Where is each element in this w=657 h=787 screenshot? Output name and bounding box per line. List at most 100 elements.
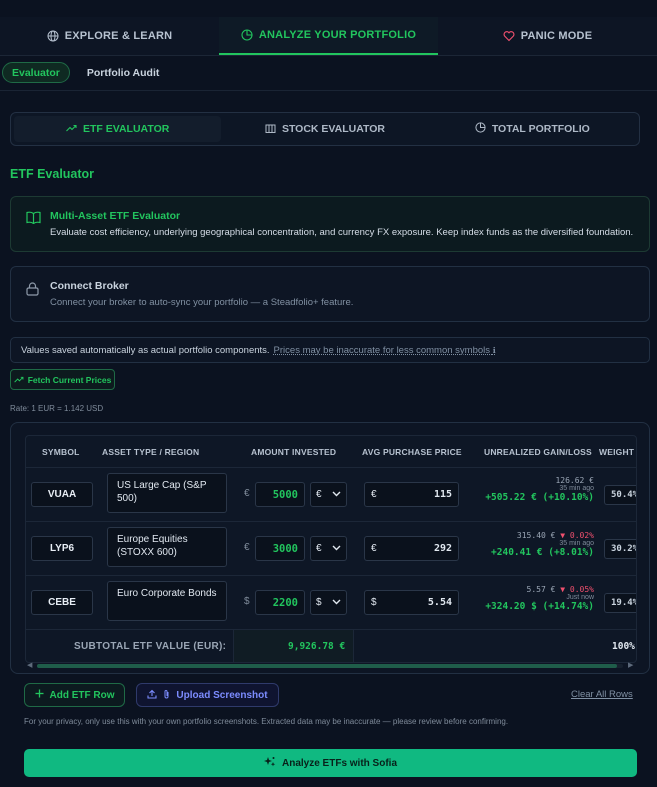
heart-icon xyxy=(503,30,515,42)
amount-input[interactable]: 3000 xyxy=(255,536,305,561)
subtotal-label: SUBTOTAL ETF VALUE (EUR): xyxy=(74,641,227,652)
analyze-label: Analyze ETFs with Sofia xyxy=(281,757,398,769)
col-gain-loss: UNREALIZED GAIN/LOSS xyxy=(484,447,592,457)
lock-icon xyxy=(26,282,40,296)
tab-explore-learn[interactable]: EXPLORE & LEARN xyxy=(0,17,219,55)
fx-rate: Rate: 1 EUR = 1.142 USD xyxy=(10,404,104,413)
avg-price-input[interactable]: € 115 xyxy=(364,482,459,507)
plus-icon xyxy=(35,689,44,701)
tab-label: ANALYZE YOUR PORTFOLIO xyxy=(258,29,417,41)
avg-price-value: 292 xyxy=(433,543,452,554)
upload-screenshot-button[interactable]: Upload Screenshot xyxy=(136,683,279,707)
note-link-text: Prices may be inaccurate for less common… xyxy=(273,344,493,356)
symbol-input[interactable]: CEBE xyxy=(31,590,93,615)
segment-label: STOCK EVALUATOR xyxy=(281,123,386,135)
chevron-down-icon xyxy=(332,489,341,500)
currency-value: $ xyxy=(316,597,322,608)
broker-card-desc: Connect your broker to auto-sync your po… xyxy=(50,297,354,308)
unrealized-gain: +505.22 € (+10.10%) xyxy=(485,492,594,503)
clear-all-rows-link[interactable]: Clear All Rows xyxy=(571,689,633,700)
add-etf-row-button[interactable]: Add ETF Row xyxy=(24,683,125,707)
currency-value: € xyxy=(316,543,322,554)
currency-select[interactable]: $ xyxy=(310,590,347,615)
section-title: ETF Evaluator xyxy=(10,167,95,181)
fetch-label: Fetch Current Prices xyxy=(27,374,112,385)
accuracy-info-link[interactable]: Prices may be inaccurate for less common… xyxy=(274,345,496,356)
avg-price-input[interactable]: $ 5.54 xyxy=(364,590,459,615)
gain-loss-cell: 126.62 € 35 min ago +505.22 € (+10.10%) xyxy=(485,476,594,503)
currency-symbol: € xyxy=(244,488,250,499)
note-text: Values saved automatically as actual por… xyxy=(21,344,270,356)
currency-symbol: € xyxy=(244,542,250,553)
avg-price-value: 115 xyxy=(433,489,452,500)
asset-type-input[interactable]: Europe Equities (STOXX 600) xyxy=(107,527,227,567)
broker-card-title: Connect Broker xyxy=(50,280,129,292)
trending-up-icon xyxy=(13,375,24,385)
building-icon xyxy=(265,123,276,136)
chevron-down-icon xyxy=(332,543,341,554)
info-card-desc: Evaluate cost efficiency, underlying geo… xyxy=(50,227,634,238)
amount-input[interactable]: 2200 xyxy=(255,590,305,615)
asset-type-input[interactable]: Euro Corporate Bonds xyxy=(107,581,227,621)
privacy-note: For your privacy, only use this with you… xyxy=(24,717,509,726)
info-card-title: Multi-Asset ETF Evaluator xyxy=(50,210,181,222)
col-amount: AMOUNT INVESTED xyxy=(251,447,337,457)
asset-type-input[interactable]: US Large Cap (S&P 500) xyxy=(107,473,227,513)
horizontal-scrollbar[interactable]: ◀ ▶ xyxy=(27,661,635,669)
unrealized-gain: +240.41 € (+8.01%) xyxy=(491,547,594,558)
pie-chart-icon xyxy=(241,29,253,41)
tab-label: EXPLORE & LEARN xyxy=(64,30,173,42)
fetch-prices-button[interactable]: Fetch Current Prices xyxy=(10,369,115,390)
segment-stock-evaluator[interactable]: STOCK EVALUATOR xyxy=(221,116,428,142)
table-header: SYMBOL ASSET TYPE / REGION AMOUNT INVEST… xyxy=(26,436,636,468)
autosave-note: Values saved automatically as actual por… xyxy=(10,337,650,363)
tab-panic-mode[interactable]: PANIC MODE xyxy=(438,17,657,55)
symbol-input[interactable]: VUAA xyxy=(31,482,93,507)
pie-chart-icon xyxy=(475,122,486,136)
scroll-right-icon[interactable]: ▶ xyxy=(628,661,633,669)
table-row: VUAA US Large Cap (S&P 500) € 5000 € € 1… xyxy=(26,468,636,522)
broker-card[interactable]: Connect Broker Connect your broker to au… xyxy=(10,266,650,322)
current-price: 5.57 € ▼ 0.05% xyxy=(485,585,594,594)
price-value: 5.57 € xyxy=(526,585,556,594)
subtabs: Evaluator Portfolio Audit xyxy=(0,62,168,84)
avg-currency: $ xyxy=(371,597,377,608)
table-row: LYP6 Europe Equities (STOXX 600) € 3000 … xyxy=(26,522,636,576)
subtotal-weight: 100% xyxy=(612,641,635,652)
upload-icon xyxy=(147,689,157,702)
segment-total-portfolio[interactable]: TOTAL PORTFOLIO xyxy=(429,116,636,142)
updated-time: 35 min ago xyxy=(559,485,594,492)
current-price: 315.40 € ▼ 0.02% xyxy=(491,531,594,540)
evaluator-segmented-control: ETF EVALUATOR STOCK EVALUATOR TOTAL PORT… xyxy=(10,112,640,146)
tab-analyze-portfolio[interactable]: ANALYZE YOUR PORTFOLIO xyxy=(219,17,438,55)
symbol-input[interactable]: LYP6 xyxy=(31,536,93,561)
currency-select[interactable]: € xyxy=(310,536,347,561)
weight-value: 30.2% xyxy=(604,539,636,559)
current-price: 126.62 € xyxy=(485,476,594,485)
info-card: Multi-Asset ETF Evaluator Evaluate cost … xyxy=(10,196,650,252)
subtab-evaluator[interactable]: Evaluator xyxy=(2,62,70,83)
table-row: CEBE Euro Corporate Bonds $ 2200 $ $ 5.5… xyxy=(26,576,636,630)
segment-label: TOTAL PORTFOLIO xyxy=(491,123,590,135)
avg-price-input[interactable]: € 292 xyxy=(364,536,459,561)
subtab-portfolio-audit[interactable]: Portfolio Audit xyxy=(78,62,169,83)
col-weight: WEIGHT xyxy=(599,447,635,457)
price-change: ▼ 0.02% xyxy=(560,531,594,540)
add-row-label: Add ETF Row xyxy=(49,689,115,701)
amount-input[interactable]: 5000 xyxy=(255,482,305,507)
price-change: ▼ 0.05% xyxy=(560,585,594,594)
gain-loss-cell: 5.57 € ▼ 0.05% Just now +324.20 $ (+14.7… xyxy=(485,585,594,612)
col-asset-type: ASSET TYPE / REGION xyxy=(102,447,200,457)
book-icon xyxy=(26,211,41,225)
tab-label: PANIC MODE xyxy=(520,30,593,42)
currency-select[interactable]: € xyxy=(310,482,347,507)
updated-time: Just now xyxy=(566,594,594,601)
analyze-etfs-button[interactable]: Analyze ETFs with Sofia xyxy=(24,749,637,777)
scroll-thumb[interactable] xyxy=(37,664,617,668)
weight-value: 50.4% xyxy=(604,485,636,505)
price-value: 315.40 € xyxy=(516,531,556,540)
scroll-left-icon[interactable]: ◀ xyxy=(27,661,32,669)
divider xyxy=(0,90,657,91)
main-nav: EXPLORE & LEARN ANALYZE YOUR PORTFOLIO P… xyxy=(0,17,657,56)
segment-etf-evaluator[interactable]: ETF EVALUATOR xyxy=(14,116,222,142)
